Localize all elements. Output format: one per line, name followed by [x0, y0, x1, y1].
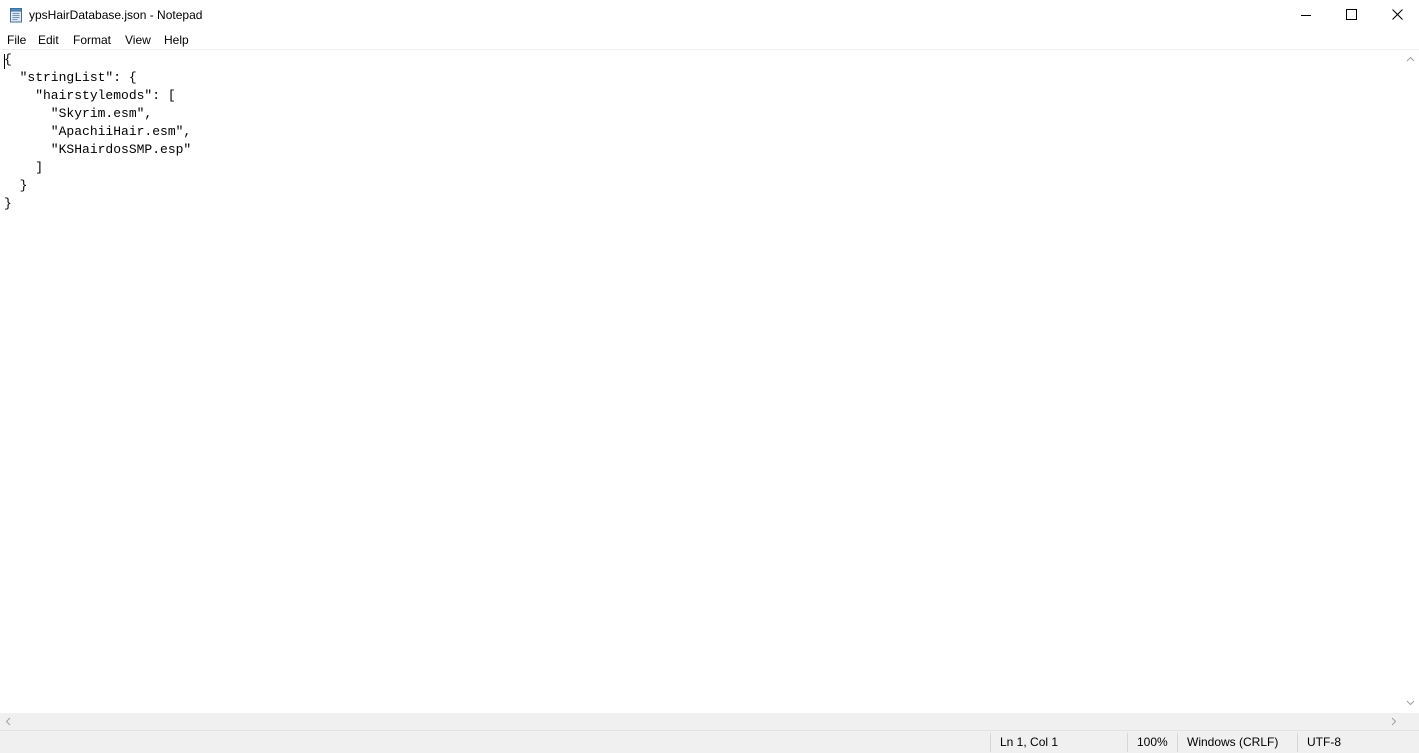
menu-bar: File Edit Format View Help: [0, 30, 1419, 49]
vertical-scrollbar[interactable]: [1402, 50, 1419, 713]
status-position: Ln 1, Col 1: [1000, 735, 1059, 749]
editor-line: "Skyrim.esm",: [4, 106, 153, 121]
scroll-left-icon[interactable]: [4, 717, 13, 726]
status-line-ending: Windows (CRLF): [1187, 735, 1279, 749]
menu-view[interactable]: View: [125, 32, 151, 48]
window-title: ypsHairDatabase.json - Notepad: [29, 8, 203, 22]
status-bar: Ln 1, Col 1 100% Windows (CRLF) UTF-8: [0, 730, 1419, 753]
close-icon: [1391, 9, 1403, 20]
status-divider: [1177, 733, 1178, 752]
horizontal-scrollbar[interactable]: [0, 713, 1402, 730]
scroll-up-icon[interactable]: [1406, 55, 1415, 64]
scrollbar-corner: [1402, 713, 1419, 730]
menu-edit[interactable]: Edit: [38, 32, 59, 48]
title-bar[interactable]: ypsHairDatabase.json - Notepad: [0, 0, 1419, 30]
status-divider: [1297, 733, 1298, 752]
maximize-icon: [1345, 9, 1357, 20]
editor-line: "ApachiiHair.esm",: [4, 124, 192, 139]
notepad-window: ypsHairDatabase.json - Notepad File Edit…: [0, 0, 1419, 753]
menu-help[interactable]: Help: [164, 32, 189, 48]
editor-line: "stringList": {: [4, 70, 137, 85]
maximize-button[interactable]: [1328, 0, 1374, 29]
menu-file[interactable]: File: [7, 32, 26, 48]
text-editor[interactable]: { "stringList": { "hairstylemods": [ "Sk…: [0, 50, 1402, 713]
editor-line: }: [4, 178, 28, 193]
editor-line: }: [4, 196, 12, 211]
close-button[interactable]: [1374, 0, 1419, 29]
status-zoom: 100%: [1137, 735, 1168, 749]
editor-line: {: [4, 52, 12, 67]
scroll-down-icon[interactable]: [1406, 698, 1415, 707]
notepad-icon: [10, 8, 22, 23]
menu-format[interactable]: Format: [73, 32, 111, 48]
status-encoding: UTF-8: [1307, 735, 1341, 749]
editor-line: "hairstylemods": [: [4, 88, 176, 103]
scroll-right-icon[interactable]: [1389, 717, 1398, 726]
status-divider: [1127, 733, 1128, 752]
status-divider: [990, 733, 991, 752]
editor-line: ]: [4, 160, 44, 175]
minimize-button[interactable]: [1283, 0, 1329, 29]
editor-line: "KSHairdosSMP.esp": [4, 142, 192, 157]
minimize-icon: [1301, 14, 1311, 16]
